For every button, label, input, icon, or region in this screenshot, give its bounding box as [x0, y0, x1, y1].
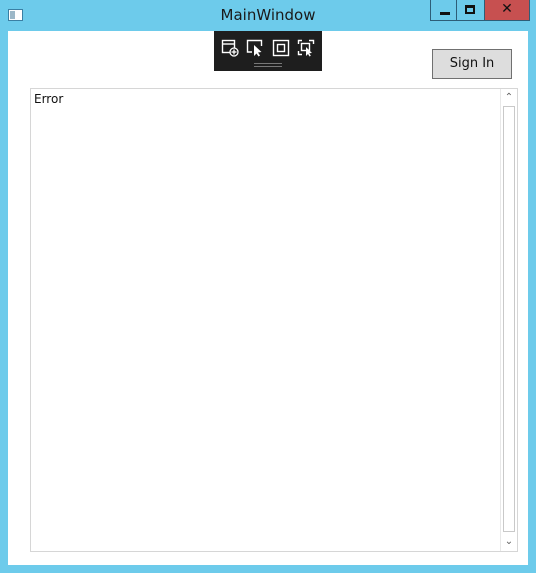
- vertical-scrollbar[interactable]: ⌃ ⌄: [500, 89, 517, 551]
- sign-in-button[interactable]: Sign In: [432, 49, 512, 79]
- scroll-up-icon[interactable]: ⌃: [501, 90, 517, 106]
- toolbar-grip[interactable]: [254, 63, 282, 67]
- maximize-button[interactable]: [457, 0, 485, 21]
- display-layout-adorners-icon[interactable]: [272, 39, 290, 57]
- title-bar[interactable]: MainWindow ✕: [0, 0, 536, 31]
- track-focused-element-icon[interactable]: [297, 39, 315, 57]
- xaml-debug-toolbar[interactable]: [214, 31, 322, 71]
- scroll-down-icon[interactable]: ⌄: [501, 534, 517, 550]
- output-textbox[interactable]: Error ⌃ ⌄: [30, 88, 518, 552]
- minimize-icon: [440, 12, 450, 15]
- scroll-track[interactable]: [503, 106, 515, 532]
- live-visual-tree-icon[interactable]: [221, 39, 239, 57]
- close-icon: ✕: [501, 1, 513, 17]
- window-client-area: Sign In Error ⌃ ⌄: [8, 31, 528, 565]
- maximize-icon: [465, 5, 475, 14]
- select-element-icon[interactable]: [246, 39, 264, 57]
- close-button[interactable]: ✕: [485, 0, 530, 21]
- output-text: Error: [34, 92, 64, 106]
- main-window: MainWindow ✕ Sign In Error ⌃ ⌄: [0, 0, 536, 573]
- minimize-button[interactable]: [430, 0, 457, 21]
